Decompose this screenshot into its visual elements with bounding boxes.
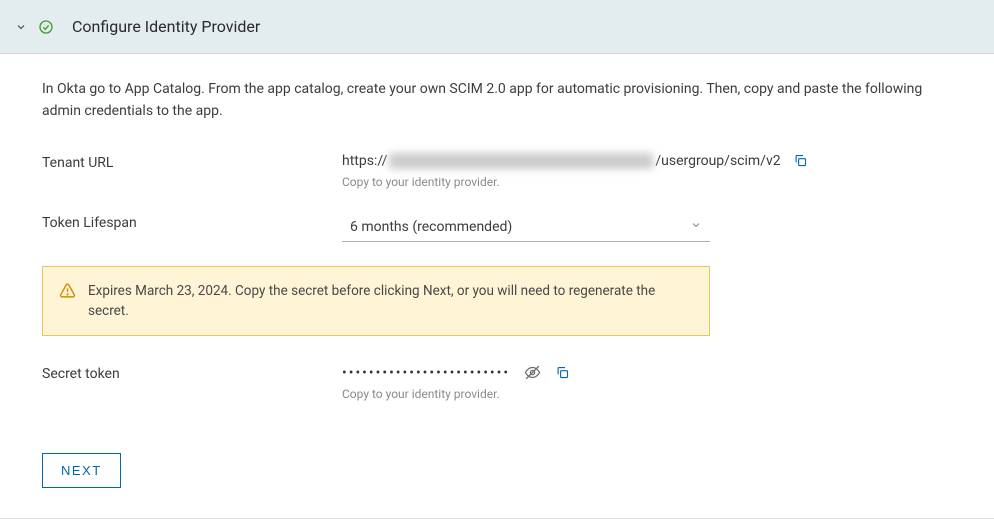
check-circle-icon: [38, 19, 54, 35]
copy-icon[interactable]: [793, 153, 808, 168]
redacted-host: [389, 153, 653, 169]
token-lifespan-select[interactable]: 6 months (recommended): [342, 213, 710, 242]
tenant-url-helper: Copy to your identity provider.: [342, 175, 952, 189]
tenant-url-field: Tenant URL https:///usergroup/scim/v2 Co…: [42, 153, 952, 189]
secret-token-label: Secret token: [42, 364, 342, 382]
alert-text: Expires March 23, 2024. Copy the secret …: [88, 281, 693, 322]
token-lifespan-field: Token Lifespan 6 months (recommended): [42, 213, 952, 242]
panel-header: Configure Identity Provider: [0, 0, 994, 54]
warning-icon: [59, 282, 76, 305]
panel-title: Configure Identity Provider: [72, 17, 260, 36]
secret-token-helper: Copy to your identity provider.: [342, 387, 952, 401]
next-button[interactable]: NEXT: [42, 453, 121, 488]
intro-text: In Okta go to App Catalog. From the app …: [42, 78, 952, 123]
tenant-url-value: https:///usergroup/scim/v2: [342, 153, 781, 169]
secret-token-value: •••••••••••••••••••••••••: [342, 365, 510, 381]
tenant-url-label: Tenant URL: [42, 153, 342, 171]
chevron-down-icon[interactable]: [14, 20, 28, 34]
expiry-alert: Expires March 23, 2024. Copy the secret …: [42, 266, 710, 337]
panel-content: In Okta go to App Catalog. From the app …: [0, 54, 994, 519]
token-lifespan-label: Token Lifespan: [42, 213, 342, 231]
copy-icon[interactable]: [555, 365, 570, 380]
secret-token-field: Secret token ••••••••••••••••••••••••• C…: [42, 364, 952, 401]
eye-off-icon[interactable]: [524, 364, 541, 381]
